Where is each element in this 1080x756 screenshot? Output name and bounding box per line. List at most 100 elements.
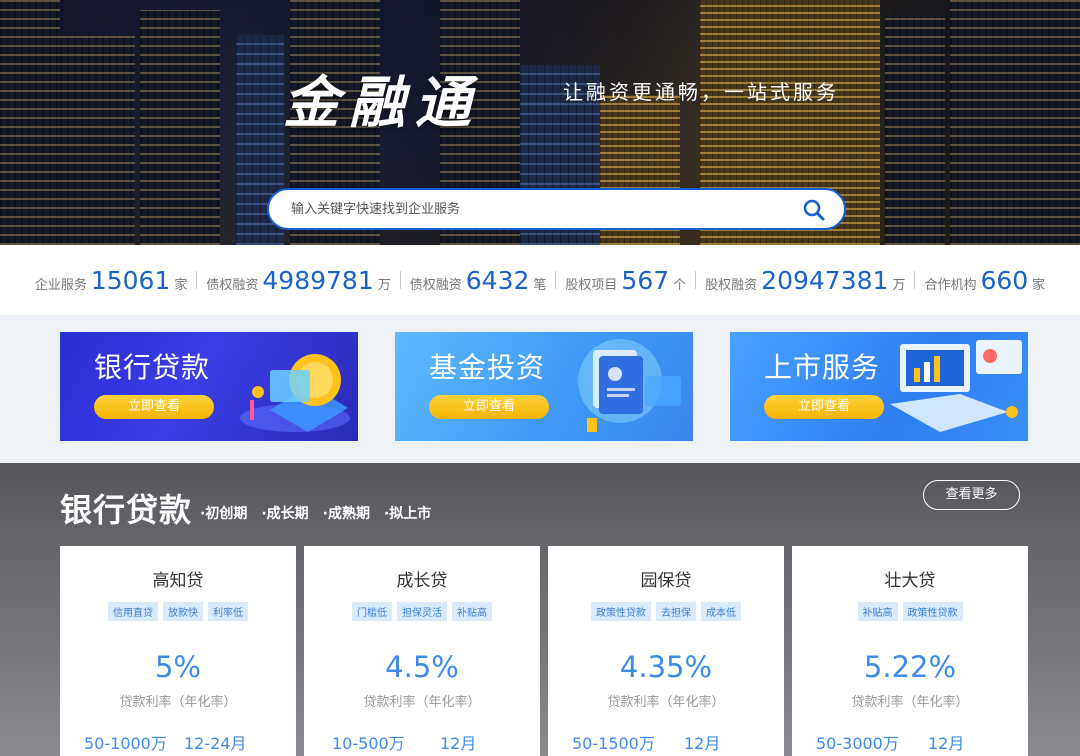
search-input[interactable] [291, 198, 771, 220]
stat-unit: 万 [377, 277, 391, 293]
loan-term: 12-24月 [184, 734, 247, 753]
loan-tags: 门槛低 担保灵活 补贴高 [304, 602, 540, 621]
banner-title: 银行贷款 [94, 351, 211, 384]
stat-value: 6432 [465, 265, 530, 295]
loan-amount: 50-1500万 [572, 734, 655, 753]
view-now-button[interactable]: 立即查看 [429, 395, 549, 419]
loan-tag: 门槛低 [352, 602, 392, 621]
stat-item: 股权融资 20947381 万 [705, 266, 905, 295]
loan-tag: 利率低 [208, 602, 248, 621]
search-bar [267, 188, 846, 230]
stage-tab[interactable]: ·成长期 [261, 503, 308, 523]
building-bg [140, 10, 220, 245]
stat-value: 20947381 [761, 265, 889, 295]
stat-value: 4989781 [262, 265, 374, 295]
slogan: 让融资更通畅，一站式服务 [563, 80, 839, 104]
divider [695, 271, 697, 289]
building-bg [950, 0, 1080, 245]
stat-value: 660 [980, 265, 1029, 295]
stat-value: 15061 [90, 265, 171, 295]
loan-rate: 5% [154, 650, 201, 684]
divider [399, 271, 401, 289]
laptop-chart-icon [890, 340, 1022, 432]
stage-tab[interactable]: ·成熟期 [323, 503, 370, 523]
stat-unit: 个 [673, 277, 687, 293]
stat-label: 股权项目 [565, 277, 618, 293]
stats-bar: 企业服务 15061 家 债权融资 4989781 万 债权融资 6432 笔 … [0, 245, 1080, 315]
view-now-button[interactable]: 立即查看 [764, 395, 884, 419]
loan-tag: 政策性贷款 [591, 602, 651, 621]
loan-tag: 去担保 [656, 602, 696, 621]
banner-title: 基金投资 [429, 351, 546, 384]
divider [914, 271, 916, 289]
rate-label: 贷款利率（年化率） [363, 695, 481, 710]
banner-fund-investment[interactable]: 基金投资 立即查看 [395, 332, 693, 441]
logo[interactable]: 金融通 [283, 58, 481, 139]
stat-item: 债权融资 4989781 万 [206, 266, 390, 295]
loan-name: 高知贷 [152, 571, 204, 591]
coin-shield-icon [240, 354, 350, 432]
search-icon[interactable] [802, 198, 826, 222]
stat-unit: 家 [1032, 277, 1046, 293]
service-banners: 银行贷款 立即查看 基金投资 立即查看 上市服务 立即查看 [0, 315, 1080, 463]
bank-loan-section: 银行贷款 ·初创期 ·成长期 ·成熟期 ·拟上市 查看更多 高知贷 信用直贷 放… [0, 463, 1080, 756]
stat-value: 567 [621, 265, 670, 295]
stat-item: 股权项目 567 个 [565, 266, 686, 295]
loan-amount: 10-500万 [332, 734, 405, 753]
loan-amount: 50-3000万 [816, 734, 899, 753]
loan-tag: 信用直贷 [108, 602, 158, 621]
stat-label: 企业服务 [34, 277, 87, 293]
loan-tags: 补贴高 政策性贷款 [792, 602, 1028, 621]
stat-item: 债权融资 6432 笔 [410, 266, 547, 295]
loan-card[interactable]: 成长贷 门槛低 担保灵活 补贴高 4.5% 贷款利率（年化率） 10-500万 … [304, 546, 540, 756]
hero-banner: 金融通 让融资更通畅，一站式服务 [0, 0, 1080, 245]
loan-rate: 4.5% [385, 650, 459, 684]
stage-tab[interactable]: ·初创期 [200, 503, 247, 523]
view-more-button[interactable]: 查看更多 [923, 480, 1020, 510]
stat-label: 股权融资 [705, 277, 758, 293]
divider [196, 271, 198, 289]
stat-unit: 万 [892, 277, 906, 293]
loan-tags: 信用直贷 放款快 利率低 [60, 602, 296, 621]
building-bg [885, 15, 945, 245]
loan-tag: 成本低 [701, 602, 741, 621]
stat-item: 合作机构 660 家 [924, 266, 1045, 295]
loan-term: 12月 [440, 734, 477, 753]
stat-label: 合作机构 [924, 277, 977, 293]
building-bg [60, 35, 135, 245]
rate-label: 贷款利率（年化率） [851, 695, 969, 710]
banner-title: 上市服务 [764, 351, 881, 384]
stat-label: 债权融资 [409, 277, 462, 293]
loan-tags: 政策性贷款 去担保 成本低 [548, 602, 784, 621]
banner-bank-loan[interactable]: 银行贷款 立即查看 [60, 332, 358, 441]
loan-term: 12月 [928, 734, 965, 753]
loan-rate: 4.35% [619, 650, 713, 684]
loan-name: 壮大贷 [884, 571, 936, 591]
stat-label: 债权融资 [206, 277, 259, 293]
loan-tag: 担保灵活 [397, 602, 447, 621]
loan-name: 园保贷 [640, 571, 692, 591]
view-now-button[interactable]: 立即查看 [94, 395, 214, 419]
building-bg [0, 0, 60, 245]
stage-filter: ·初创期 ·成长期 ·成熟期 ·拟上市 [200, 503, 431, 523]
stat-unit: 家 [174, 277, 188, 293]
loan-rate: 5.22% [863, 650, 957, 684]
loan-amount: 50-1000万 [84, 734, 167, 753]
banner-listing-service[interactable]: 上市服务 立即查看 [730, 332, 1028, 441]
divider [555, 271, 557, 289]
loan-name: 成长贷 [396, 571, 448, 591]
loan-tag: 政策性贷款 [902, 602, 963, 621]
stat-item: 企业服务 15061 家 [35, 266, 188, 295]
loan-card[interactable]: 壮大贷 补贴高 政策性贷款 5.22% 贷款利率（年化率） 50-3000万 1… [792, 546, 1028, 756]
loan-term: 12月 [684, 734, 721, 753]
loan-tag: 放款快 [163, 602, 203, 621]
stage-tab[interactable]: ·拟上市 [384, 503, 431, 523]
loan-card[interactable]: 高知贷 信用直贷 放款快 利率低 5% 贷款利率（年化率） 50-1000万 1… [60, 546, 296, 756]
loan-tag: 补贴高 [857, 602, 898, 621]
section-title: 银行贷款 [60, 491, 193, 529]
rate-label: 贷款利率（年化率） [119, 695, 237, 710]
rate-label: 贷款利率（年化率） [607, 695, 725, 710]
stat-unit: 笔 [533, 277, 547, 293]
loan-tag: 补贴高 [452, 602, 492, 621]
loan-card[interactable]: 园保贷 政策性贷款 去担保 成本低 4.35% 贷款利率（年化率） 50-150… [548, 546, 784, 756]
